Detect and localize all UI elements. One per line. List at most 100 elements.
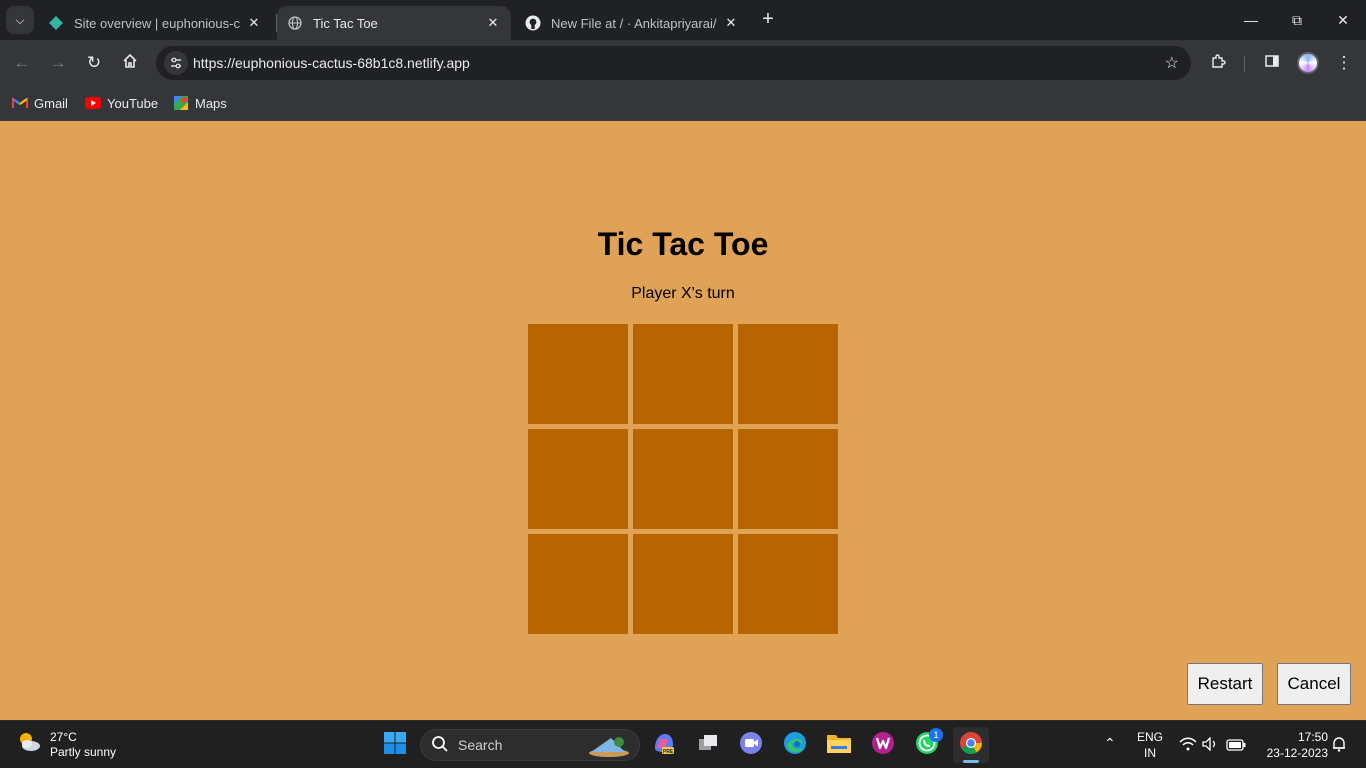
wps-office-icon [870,730,896,761]
netlify-icon [48,15,64,31]
home-button[interactable] [116,49,144,77]
cancel-button[interactable]: Cancel [1277,663,1351,705]
site-info-icon[interactable] [164,51,188,75]
tab-github-new-file[interactable]: New File at / · Ankitapriyarai/tic ✕ [515,6,749,40]
board-cell-5[interactable] [633,429,733,529]
plus-icon: + [762,8,774,30]
copilot-app[interactable]: PRE [646,727,682,763]
reload-button[interactable]: ↻ [80,49,108,77]
close-window-button[interactable]: ✕ [1320,0,1366,40]
bookmark-gmail[interactable]: Gmail [12,92,68,114]
restart-button[interactable]: Restart [1187,663,1263,705]
address-url: https://euphonious-cactus-68b1c8.netlify… [193,55,470,71]
new-tab-button[interactable]: + [756,8,780,32]
board-cell-2[interactable] [633,324,733,424]
board-cell-7[interactable] [528,534,628,634]
edge-icon [782,730,808,761]
notifications-icon[interactable] [1332,736,1346,757]
bookmark-maps[interactable]: Maps [173,92,227,114]
close-tab-icon[interactable]: ✕ [723,15,739,31]
teams-chat-app[interactable] [733,727,769,763]
board-cell-3[interactable] [738,324,838,424]
chrome-icon [958,730,984,761]
browser-toolbar: ← → ↻ https://euphonious-cactus-68b1c8.n… [0,40,1366,86]
side-panel-button[interactable] [1258,49,1286,77]
file-explorer-app[interactable] [821,727,857,763]
chrome-menu-button[interactable]: ⋮ [1330,49,1358,77]
github-icon [525,15,541,31]
board-cell-9[interactable] [738,534,838,634]
wifi-icon[interactable] [1179,737,1197,756]
battery-icon[interactable] [1226,738,1246,756]
weather-description: Partly sunny [50,744,117,759]
close-icon: ✕ [1337,11,1349,28]
tab-title: Site overview | euphonious-cactus [74,15,240,31]
search-icon [431,735,449,756]
windows-taskbar: 27°C Partly sunny Search PRE 1 ⌃ ENG IN … [0,720,1366,768]
edge-app[interactable] [777,727,813,763]
task-view-app[interactable] [690,727,726,763]
bookmark-star-icon[interactable]: ☆ [1165,53,1179,73]
partly-sunny-icon [16,729,42,760]
task-view-icon [696,731,720,760]
tab-strip: ⌵ Site overview | euphonious-cactus ✕ Ti… [0,0,1366,40]
minimize-button[interactable]: — [1228,0,1274,40]
language-primary: ENG [1136,730,1163,744]
active-app-indicator [963,760,979,763]
toolbar-divider [1244,56,1245,72]
chevron-down-icon: ⌵ [15,12,25,27]
forward-button[interactable]: → [44,49,72,77]
side-panel-icon [1264,53,1280,74]
close-tab-icon[interactable]: ✕ [246,15,262,31]
chevron-up-icon[interactable]: ⌃ [1104,735,1116,752]
clock-time: 17:50 [1297,730,1328,744]
page-content: Tic Tac Toe Player X's turn Restart Canc… [0,121,1366,720]
notification-badge: 1 [929,728,943,742]
maps-icon [173,95,189,111]
board-cell-4[interactable] [528,429,628,529]
more-vert-icon: ⋮ [1335,53,1353,72]
board-cell-8[interactable] [633,534,733,634]
copilot-icon: PRE [651,730,677,761]
tab-site-overview[interactable]: Site overview | euphonious-cactus ✕ [38,6,272,40]
youtube-icon [85,95,101,111]
close-tab-icon[interactable]: ✕ [485,15,501,31]
volume-icon[interactable] [1202,736,1218,756]
back-button[interactable]: ← [8,49,36,77]
game-board [528,324,838,634]
turn-status: Player X's turn [631,285,735,302]
clock-date: 23-12-2023 [1266,746,1328,760]
windows-logo-icon [383,731,407,760]
minimize-icon: — [1244,12,1258,28]
arrow-right-icon: → [49,53,67,72]
arrow-left-icon: ← [13,53,31,72]
bookmark-youtube[interactable]: YouTube [85,92,158,114]
taskbar-search[interactable]: Search [420,729,640,761]
board-cell-6[interactable] [738,429,838,529]
language-indicator[interactable]: ENG IN [1134,729,1166,761]
bookmark-label: Maps [195,95,227,111]
search-highlight-icon [585,734,631,761]
restore-button[interactable]: ⧉ [1274,0,1320,40]
address-bar[interactable]: https://euphonious-cactus-68b1c8.netlify… [156,46,1191,80]
tab-title: Tic Tac Toe [313,15,378,31]
whatsapp-app[interactable]: 1 [909,727,945,763]
profile-avatar[interactable] [1297,52,1319,74]
chrome-app[interactable] [953,727,989,763]
extensions-button[interactable] [1204,49,1232,77]
folder-icon [826,732,852,759]
clock[interactable]: 17:50 23-12-2023 [1256,729,1328,761]
weather-widget[interactable]: 27°C Partly sunny [16,729,116,760]
reload-icon: ↻ [86,53,102,72]
bookmarks-bar: Gmail YouTube Maps [0,86,1366,121]
globe-icon [287,15,303,31]
weather-temperature: 27°C [50,729,77,744]
board-cell-1[interactable] [528,324,628,424]
tab-tic-tac-toe[interactable]: Tic Tac Toe ✕ [277,6,511,40]
start-button[interactable] [377,727,413,763]
bookmark-label: Gmail [34,95,68,111]
tab-search-button[interactable]: ⌵ [6,6,34,34]
wps-office-app[interactable] [865,727,901,763]
bookmark-label: YouTube [107,95,159,111]
home-icon [122,53,138,74]
